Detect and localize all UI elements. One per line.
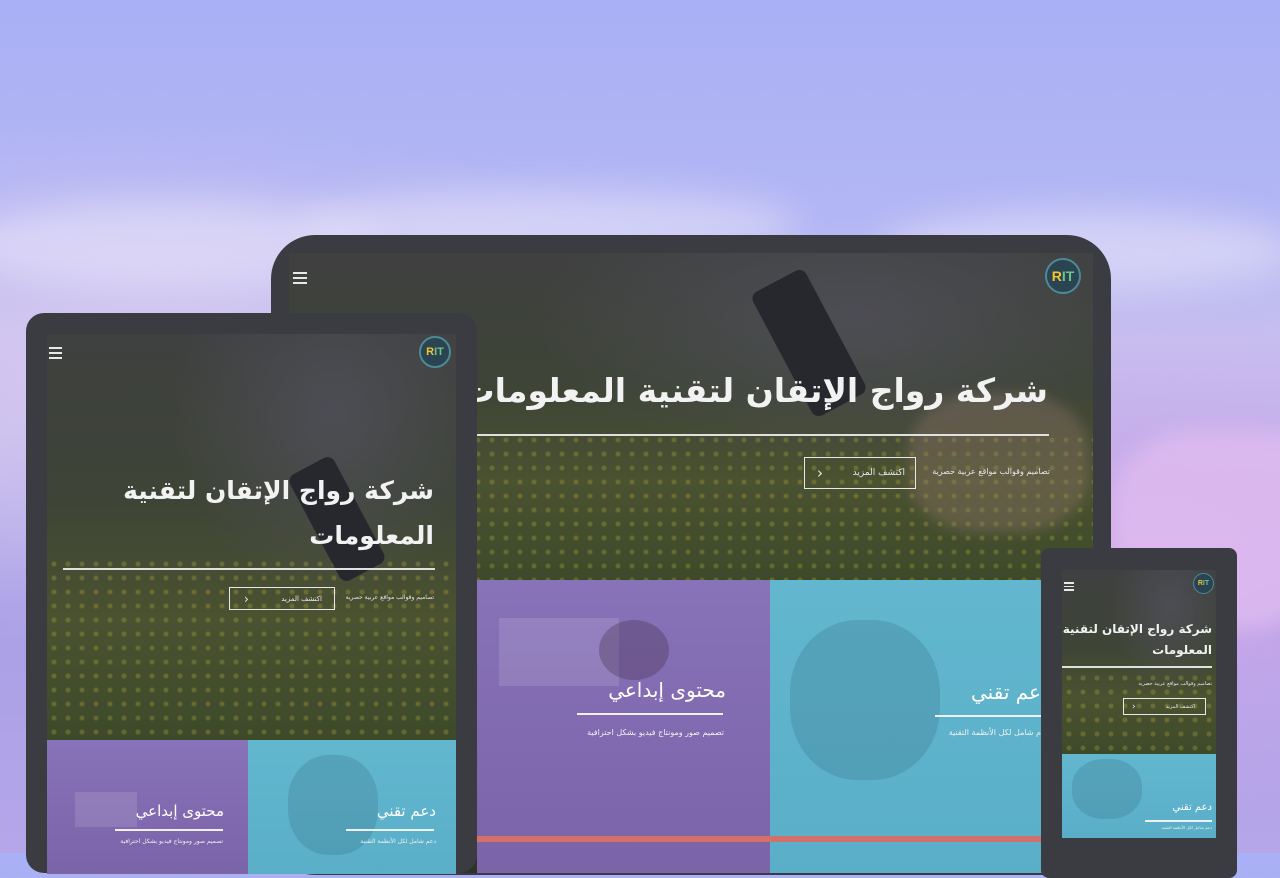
device-medium-tablet: R IT شركة رواج الإتقان لتقنية المعلومات ا… [26,313,477,874]
cta-label: اكتشف المزيد [281,594,322,603]
chevron-left-icon: ‹ [817,464,823,482]
card-divider [346,829,434,831]
discover-more-button[interactable]: اكتشف المزيد ‹ [1123,698,1206,715]
hero-section: R IT شركة رواج الإتقان لتقنية المعلومات ت… [1062,570,1216,754]
hero-section: R IT شركة رواج الإتقان لتقنية المعلومات ا… [47,334,456,740]
card-title: دعم تقني [1172,802,1212,813]
screen-phone: R IT شركة رواج الإتقان لتقنية المعلومات ت… [1062,570,1216,838]
accent-bar [477,836,1093,842]
card-divider [577,713,723,715]
logo-letter-r: R [1051,268,1062,284]
card-description: دعم شامل لكل الأنظمة التقنية [1161,825,1212,830]
menu-icon[interactable] [49,347,62,362]
chevron-left-icon: ‹ [244,591,249,606]
card-divider [115,829,223,831]
discover-more-button[interactable]: اكتشف المزيد ‹ [229,587,335,610]
logo[interactable]: R IT [1193,573,1214,594]
card-divider [935,715,1045,717]
logo-letters-it: IT [1061,268,1075,284]
creative-content-card[interactable]: محتوى إبداعي تصميم صور ومونتاج فيديو بشك… [47,740,248,874]
page-title-line-1: شركة رواج الإتقان لتقنية [1062,622,1212,636]
technical-support-card[interactable]: دعم تقني دعم شامل لكل الأنظمة التقنية [1062,754,1216,838]
hero-tagline: تصاميم وقوالب مواقع عربية حصرية [932,467,1050,476]
discover-more-button[interactable]: اكتشف المزيد ‹ [804,457,916,489]
title-divider [1062,666,1212,668]
technical-support-card[interactable]: دعم تقني دعم شامل لكل الأنظمة التقنية [248,740,456,874]
logo[interactable]: R IT [419,336,451,368]
logo[interactable]: R IT [1045,258,1081,294]
page-title-line-1: شركة رواج الإتقان لتقنية [123,476,434,505]
device-phone: R IT شركة رواج الإتقان لتقنية المعلومات ت… [1041,548,1237,878]
hero-tagline: تصاميم وقوالب مواقع عربية حصرية [1138,681,1212,687]
page-title-line-2: المعلومات [309,521,434,550]
hero-tagline: تصاميم وقوالب مواقع عربية حصرية [345,594,434,601]
screen-medium: R IT شركة رواج الإتقان لتقنية المعلومات ا… [47,334,456,874]
menu-icon[interactable] [1064,582,1074,593]
card-description: تصميم صور ومونتاج فيديو بشكل احترافية [587,728,724,737]
hand-image [909,393,1089,533]
cta-label: اكتشف المزيد [852,468,905,478]
menu-icon[interactable] [293,272,307,287]
card-title: دعم تقني [376,802,436,820]
page-title-line-2: المعلومات [1152,643,1212,657]
title-divider [477,434,1049,436]
logo-letters-it: IT [1202,580,1210,587]
card-description: تصميم صور ومونتاج فيديو بشكل احترافية [120,838,223,845]
card-description: دعم شامل لكل الأنظمة التقنية [360,838,436,845]
page-title: شركة رواج الإتقان لتقنية المعلومات [461,371,1049,410]
card-title: محتوى إبداعي [608,678,726,702]
creative-content-card[interactable]: محتوى إبداعي تصميم صور ومونتاج فيديو بشك… [477,580,770,873]
cta-label: اكتشف المزيد [1165,703,1195,710]
card-title: عم تقني [971,680,1041,704]
card-description: م شامل لكل الأنظمة التقنية [948,728,1041,737]
chevron-left-icon: ‹ [1132,701,1136,712]
title-divider [63,568,435,570]
card-title: محتوى إبداعي [135,802,224,820]
logo-letters-it: IT [434,346,444,358]
card-divider [1145,820,1212,822]
logo-letter-r: R [426,346,435,358]
